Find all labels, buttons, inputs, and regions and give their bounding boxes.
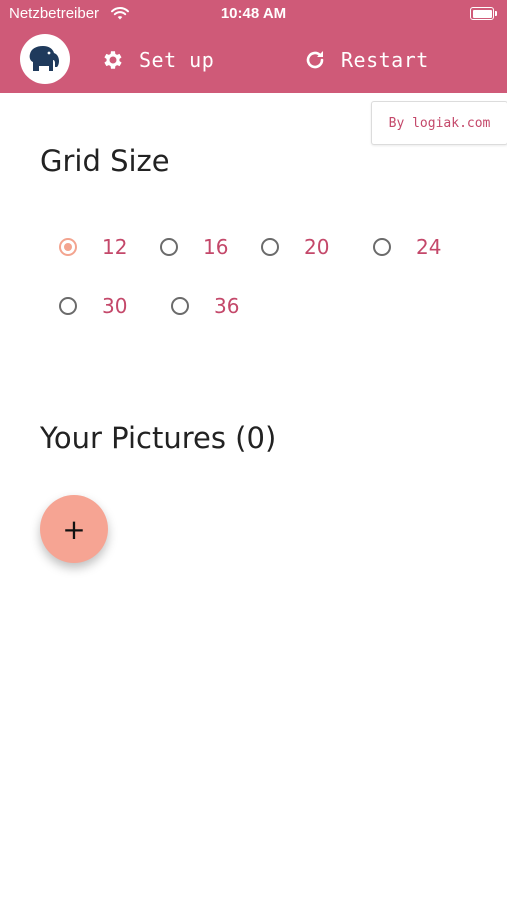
gear-icon (104, 51, 122, 69)
restart-button[interactable]: Restart (303, 44, 429, 76)
grid-option-label: 24 (416, 235, 442, 259)
grid-option-label: 12 (102, 235, 128, 259)
restart-label: Restart (341, 48, 429, 72)
your-pictures-heading: Your Pictures (0) (40, 421, 277, 455)
battery-icon (470, 7, 497, 20)
grid-option-20[interactable]: 20 (261, 235, 329, 259)
setup-button[interactable]: Set up (101, 44, 214, 76)
grid-option-12[interactable]: 12 (59, 235, 127, 259)
app-logo[interactable] (20, 34, 70, 84)
radio-unselected-icon (59, 297, 77, 315)
radio-selected-icon (59, 238, 77, 256)
grid-option-label: 16 (203, 235, 229, 259)
refresh-icon (306, 51, 324, 69)
radio-unselected-icon (160, 238, 178, 256)
grid-option-label: 20 (304, 235, 330, 259)
radio-unselected-icon (261, 238, 279, 256)
elephant-icon (29, 46, 59, 71)
credit-link[interactable]: By logiak.com (371, 101, 507, 145)
setup-label: Set up (139, 48, 215, 72)
grid-option-30[interactable]: 30 (59, 294, 127, 318)
grid-option-label: 30 (102, 294, 128, 318)
radio-unselected-icon (373, 238, 391, 256)
grid-option-16[interactable]: 16 (160, 235, 228, 259)
radio-unselected-icon (171, 297, 189, 315)
grid-size-heading: Grid Size (40, 144, 170, 178)
plus-icon: + (62, 512, 86, 546)
grid-option-24[interactable]: 24 (373, 235, 441, 259)
status-bar: Netzbetreiber 10:48 AM (0, 0, 507, 28)
clock: 10:48 AM (220, 5, 287, 22)
grid-option-label: 36 (214, 294, 240, 318)
grid-option-36[interactable]: 36 (171, 294, 239, 318)
add-picture-button[interactable]: + (40, 495, 108, 563)
